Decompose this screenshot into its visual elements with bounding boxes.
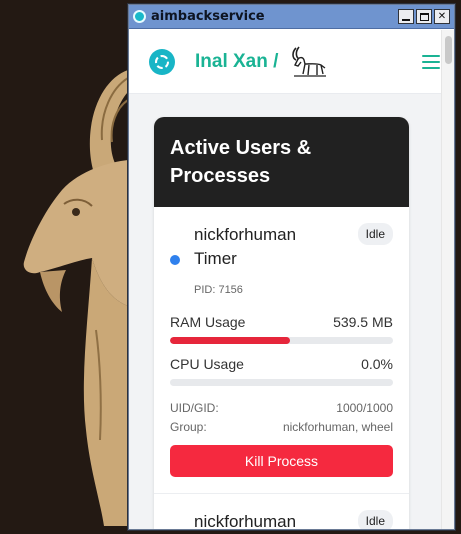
ram-value: 539.5 MB xyxy=(333,314,393,330)
cpu-bar xyxy=(170,379,393,386)
brand-title[interactable]: Inal Xan / xyxy=(195,51,278,73)
scrollbar[interactable] xyxy=(441,30,454,529)
ram-bar-fill xyxy=(170,337,291,344)
uid-value: 1000/1000 xyxy=(336,401,393,415)
kill-process-button[interactable]: Kill Process xyxy=(170,445,393,477)
app-icon xyxy=(133,10,146,23)
app-header: Inal Xan / xyxy=(129,30,454,94)
cpu-value: 0.0% xyxy=(361,356,393,372)
logo-icon[interactable] xyxy=(149,48,175,75)
scrollbar-thumb[interactable] xyxy=(445,36,452,64)
uid-label: UID/GID: xyxy=(170,401,219,415)
minimize-icon[interactable] xyxy=(398,9,414,24)
group-row: Group: nickforhuman, wheel xyxy=(170,420,393,434)
status-dot-icon xyxy=(170,255,180,265)
window-titlebar[interactable]: aimbackservice ✕ xyxy=(129,5,454,29)
goat-icon xyxy=(292,46,327,77)
menu-icon[interactable] xyxy=(422,54,440,69)
cpu-label: CPU Usage xyxy=(170,356,244,372)
ram-label: RAM Usage xyxy=(170,314,246,330)
status-badge: Idle xyxy=(357,223,393,245)
status-badge: Idle xyxy=(357,510,393,529)
window-title: aimbackservice xyxy=(151,9,265,24)
process-pid: PID: 7156 xyxy=(194,284,243,296)
process-name: Timer xyxy=(194,249,237,268)
app-window: aimbackservice ✕ Inal Xan / Active Users… xyxy=(128,4,455,530)
close-icon[interactable]: ✕ xyxy=(434,9,450,24)
app-viewport: Inal Xan / Active Users & Processes nick… xyxy=(129,30,454,529)
cpu-metric: CPU Usage 0.0% xyxy=(170,356,393,386)
group-label: Group: xyxy=(170,420,207,434)
process-item: nickforhuman Idle xyxy=(154,494,409,529)
ram-bar xyxy=(170,337,393,344)
processes-card: Active Users & Processes nickforhuman Ti… xyxy=(154,117,409,529)
ram-metric: RAM Usage 539.5 MB xyxy=(170,314,393,344)
card-title: Active Users & Processes xyxy=(154,117,409,207)
group-value: nickforhuman, wheel xyxy=(282,420,393,434)
uid-row: UID/GID: 1000/1000 xyxy=(170,401,393,415)
process-user: nickforhuman xyxy=(194,225,297,244)
maximize-icon[interactable] xyxy=(416,9,432,24)
process-item: nickforhuman Timer PID: 7156 Idle RAM Us… xyxy=(154,207,409,494)
process-user: nickforhuman xyxy=(194,512,297,529)
main-content: Active Users & Processes nickforhuman Ti… xyxy=(129,94,454,529)
